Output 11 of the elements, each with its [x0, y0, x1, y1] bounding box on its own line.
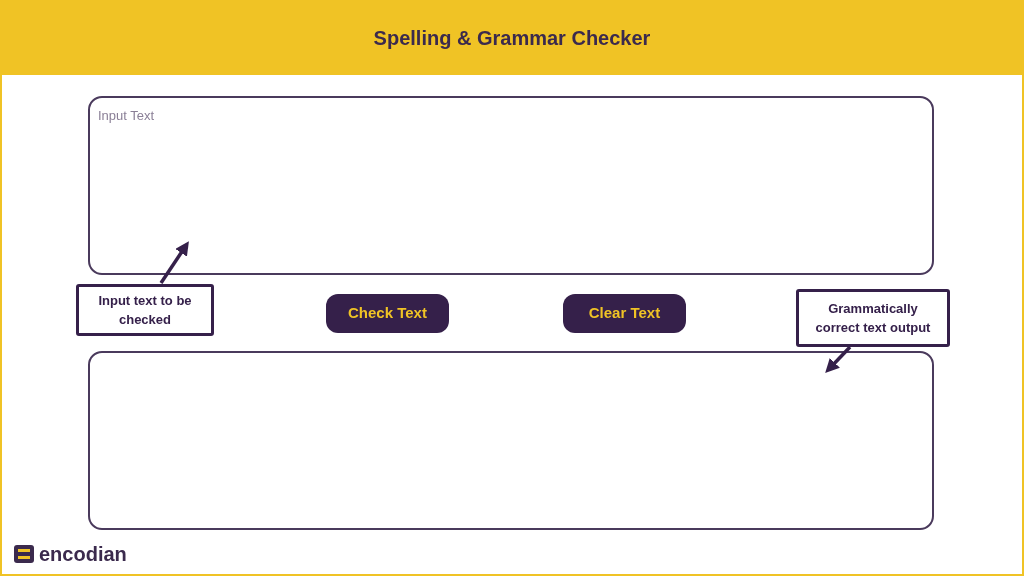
callout-box: Grammatically correct text output	[796, 289, 950, 347]
input-text-field[interactable]: Input Text	[88, 96, 934, 275]
arrow	[825, 345, 852, 374]
output-text-field[interactable]	[88, 351, 934, 530]
action-button[interactable]: Clear Text	[563, 293, 686, 333]
logo-icon	[13, 545, 35, 563]
callout-box: Input text to be checked	[76, 284, 214, 336]
action-button[interactable]: Check Text	[326, 293, 449, 333]
brand-logo-text: encodian	[39, 544, 127, 564]
arrow	[159, 241, 189, 284]
page-title: Spelling & Grammar Checker	[373, 25, 651, 51]
